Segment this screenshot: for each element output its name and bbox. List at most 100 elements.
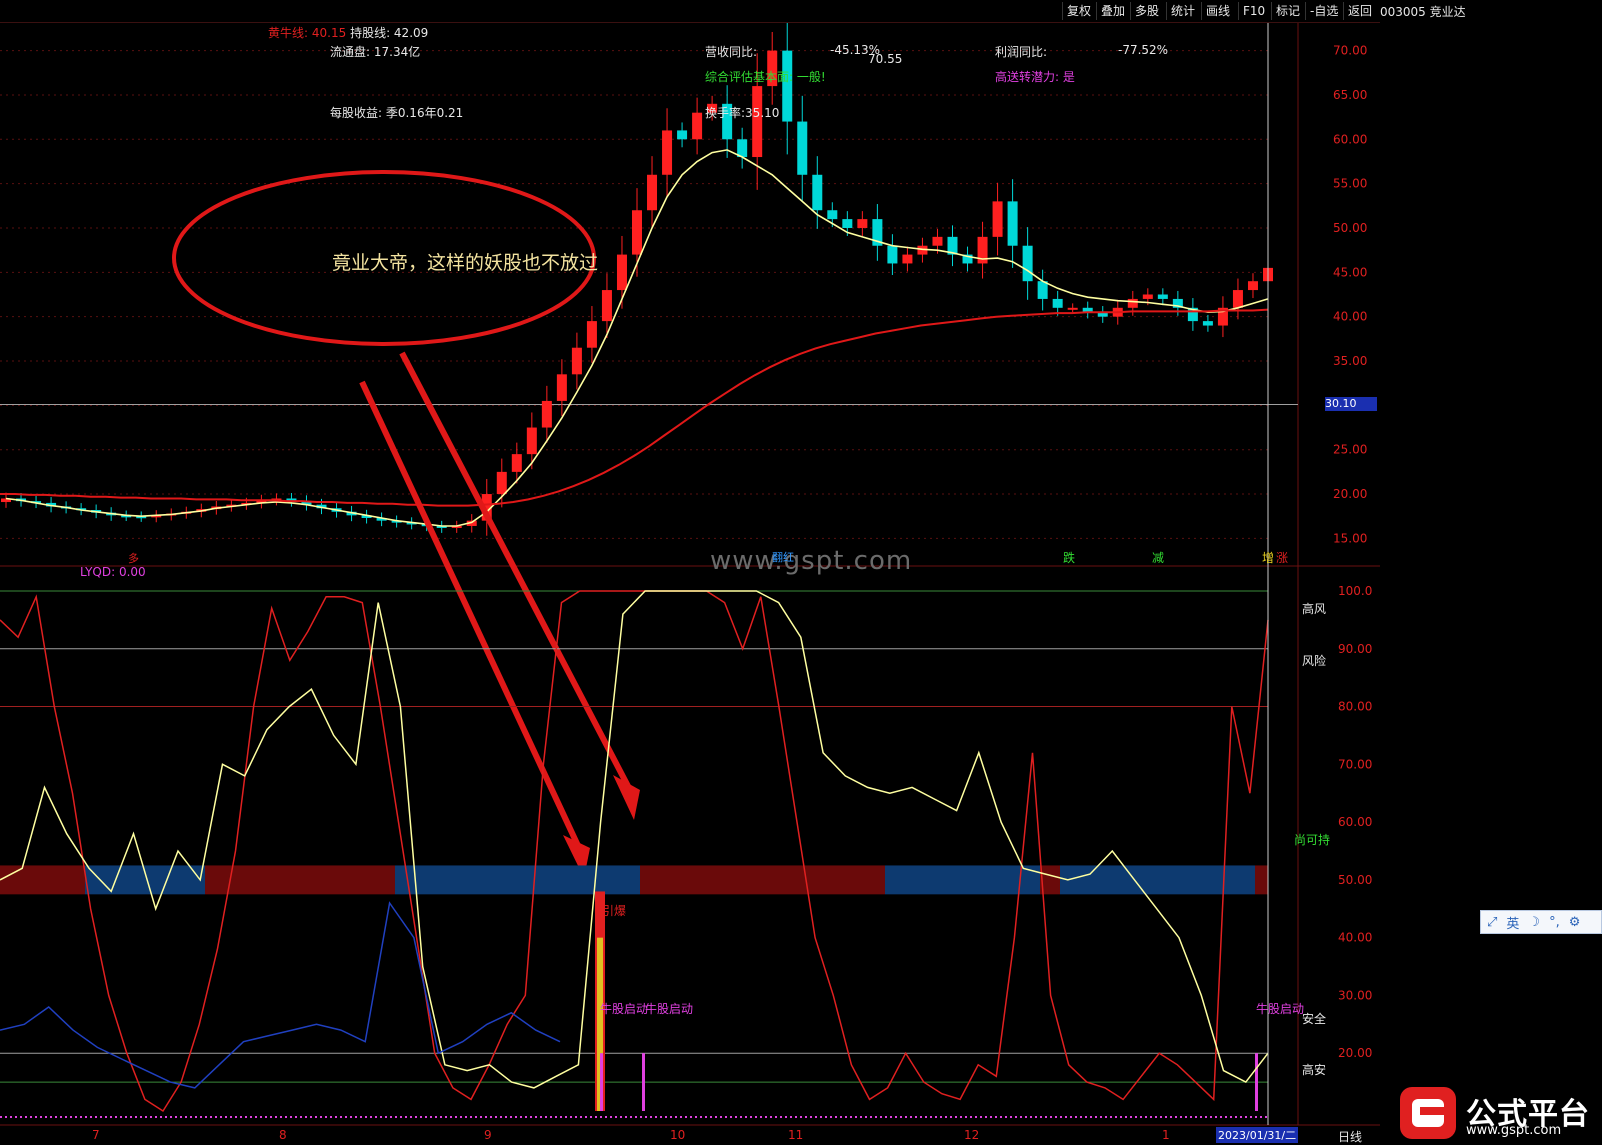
candle-body xyxy=(1052,298,1063,308)
candle-body xyxy=(797,121,808,175)
current-price-tag: 30.10 xyxy=(1325,397,1377,411)
candle-body xyxy=(662,130,673,175)
candle-body xyxy=(647,174,658,211)
eps-text: 每股收益: 季0.16年0.21 xyxy=(330,106,464,120)
candle-body xyxy=(782,50,793,122)
signal-bull-start-3: 牛股启动 xyxy=(1256,1002,1305,1016)
multi-stock-button[interactable]: 多股 xyxy=(1130,2,1163,20)
float-cap: 流通盘: 17.34亿 xyxy=(330,45,421,59)
indicator-band xyxy=(455,865,640,895)
marker-more: 多 xyxy=(128,552,139,565)
stock-title: 003005 竞业达 xyxy=(1380,5,1466,19)
candle-body xyxy=(1232,290,1243,308)
draw-line-button[interactable]: 画线 xyxy=(1201,2,1234,20)
indicator-tick-label: 100.0 xyxy=(1338,584,1372,598)
indicator-tick-label: 90.00 xyxy=(1338,642,1372,656)
candle-body xyxy=(571,347,582,375)
candle-body xyxy=(737,139,748,158)
price-tick-label: 55.00 xyxy=(1333,177,1367,191)
indicator-red-line xyxy=(0,590,1269,1113)
candle-body xyxy=(677,130,688,140)
price-tick-label: 40.00 xyxy=(1333,310,1367,324)
punct-icon[interactable]: °, xyxy=(1549,915,1560,930)
toolbar: 复权 叠加 多股 统计 画线 F10 标记 -自选 返回 xyxy=(0,0,1380,23)
candle-body xyxy=(541,400,552,428)
zone-high-safe: 高安 xyxy=(1302,1063,1327,1077)
month-11: 11 xyxy=(788,1128,804,1142)
signal-bull-start-2: 牛股启动 xyxy=(645,1002,694,1016)
period-label[interactable]: 日线 xyxy=(1338,1128,1362,1145)
f10-button[interactable]: F10 xyxy=(1238,2,1269,20)
price-tick-label: 15.00 xyxy=(1333,531,1367,545)
candle-body xyxy=(601,290,612,322)
indicator-band xyxy=(245,865,395,895)
price-tick-label: 45.00 xyxy=(1333,265,1367,279)
info-row1: 黄牛线: 40.15 持股线: 42.09 xyxy=(268,24,428,41)
indicator-band xyxy=(1255,865,1268,895)
month-8: 8 xyxy=(279,1128,287,1142)
candle-body xyxy=(496,471,507,495)
candle-body xyxy=(556,374,567,401)
indicator-tick-label: 80.00 xyxy=(1338,700,1372,714)
candle-body xyxy=(812,174,823,211)
turnover-text: 换手率:35.10 xyxy=(705,106,780,120)
candle-body xyxy=(1247,281,1258,291)
ime-toolbar[interactable]: ⤢ 英 ☽ °, ⚙ xyxy=(1480,910,1602,934)
ox-line-label: 黄牛线: xyxy=(268,26,309,40)
price-tick-label: 70.00 xyxy=(1333,44,1367,58)
annotation-text: 竟业大帝，这样的妖股也不放过 xyxy=(332,252,599,274)
indicator-band xyxy=(885,865,1040,895)
profit-label: 利润同比: xyxy=(995,45,1048,59)
price-tick-label: 35.00 xyxy=(1333,354,1367,368)
indicator-name: LYQD: 0.00 xyxy=(80,565,146,579)
indicator-blue-line xyxy=(0,901,561,1089)
arrow-1-shaft xyxy=(359,380,583,852)
price-tick-label: 20.00 xyxy=(1333,487,1367,501)
marker-reduce: 减 xyxy=(1152,551,1165,565)
candle-body xyxy=(586,321,597,348)
mark-button[interactable]: 标记 xyxy=(1271,2,1304,20)
ime-switch-icon[interactable]: ⤢ xyxy=(1487,915,1497,930)
candle-body xyxy=(511,454,522,472)
ime-lang[interactable]: 英 xyxy=(1506,913,1519,932)
zone-safe: 安全 xyxy=(1302,1012,1327,1026)
potential-text: 高送转潜力: 是 xyxy=(995,70,1075,84)
indicator-tick-label: 30.00 xyxy=(1338,988,1372,1002)
candle-body xyxy=(902,254,913,264)
price-tick-label: 60.00 xyxy=(1333,132,1367,146)
indicator-tick-label: 60.00 xyxy=(1338,815,1372,829)
candle-body xyxy=(1142,294,1153,299)
zone-holdable: 尚可持 xyxy=(1294,833,1331,847)
gear-icon[interactable]: ⚙ xyxy=(1569,915,1581,930)
indicator-band xyxy=(640,865,885,895)
candle-body xyxy=(1127,298,1138,308)
indicator-tick-label: 40.00 xyxy=(1338,931,1372,945)
revenue-label: 营收同比: xyxy=(705,45,758,59)
logo-sub: www.gspt.com xyxy=(1466,1123,1562,1138)
ox-line-value: 40.15 xyxy=(311,26,347,40)
signal-ignite: 引爆 xyxy=(602,904,627,918)
candle-body xyxy=(752,86,763,158)
candle-body xyxy=(1157,294,1168,299)
candle-body xyxy=(1202,321,1213,326)
month-10: 10 xyxy=(670,1128,686,1142)
back-button[interactable]: 返回 xyxy=(1343,2,1376,20)
self-select-button[interactable]: -自选 xyxy=(1305,2,1342,20)
stats-button[interactable]: 统计 xyxy=(1166,2,1199,20)
month-1: 1 xyxy=(1162,1128,1170,1142)
overlay-button[interactable]: 叠加 xyxy=(1096,2,1129,20)
fuquan-button[interactable]: 复权 xyxy=(1062,2,1095,20)
marker-red: 翻红 xyxy=(772,551,794,564)
logo: 公式平台 www.gspt.com xyxy=(1398,1085,1598,1141)
indicator-band xyxy=(0,865,85,895)
logo-icon xyxy=(1400,1087,1456,1139)
candle-body xyxy=(616,254,627,291)
signal-bull-start-1: 牛股启动 xyxy=(600,1002,649,1016)
signal-bar-bull-2 xyxy=(642,1053,645,1111)
watermark: www.gspt.com xyxy=(710,546,913,576)
indicator-band xyxy=(395,865,455,895)
price-tick-label: 25.00 xyxy=(1333,443,1367,457)
moon-icon[interactable]: ☽ xyxy=(1528,915,1540,930)
indicator-tick-label: 70.00 xyxy=(1338,757,1372,771)
signal-bar-bull-1 xyxy=(600,1053,603,1111)
